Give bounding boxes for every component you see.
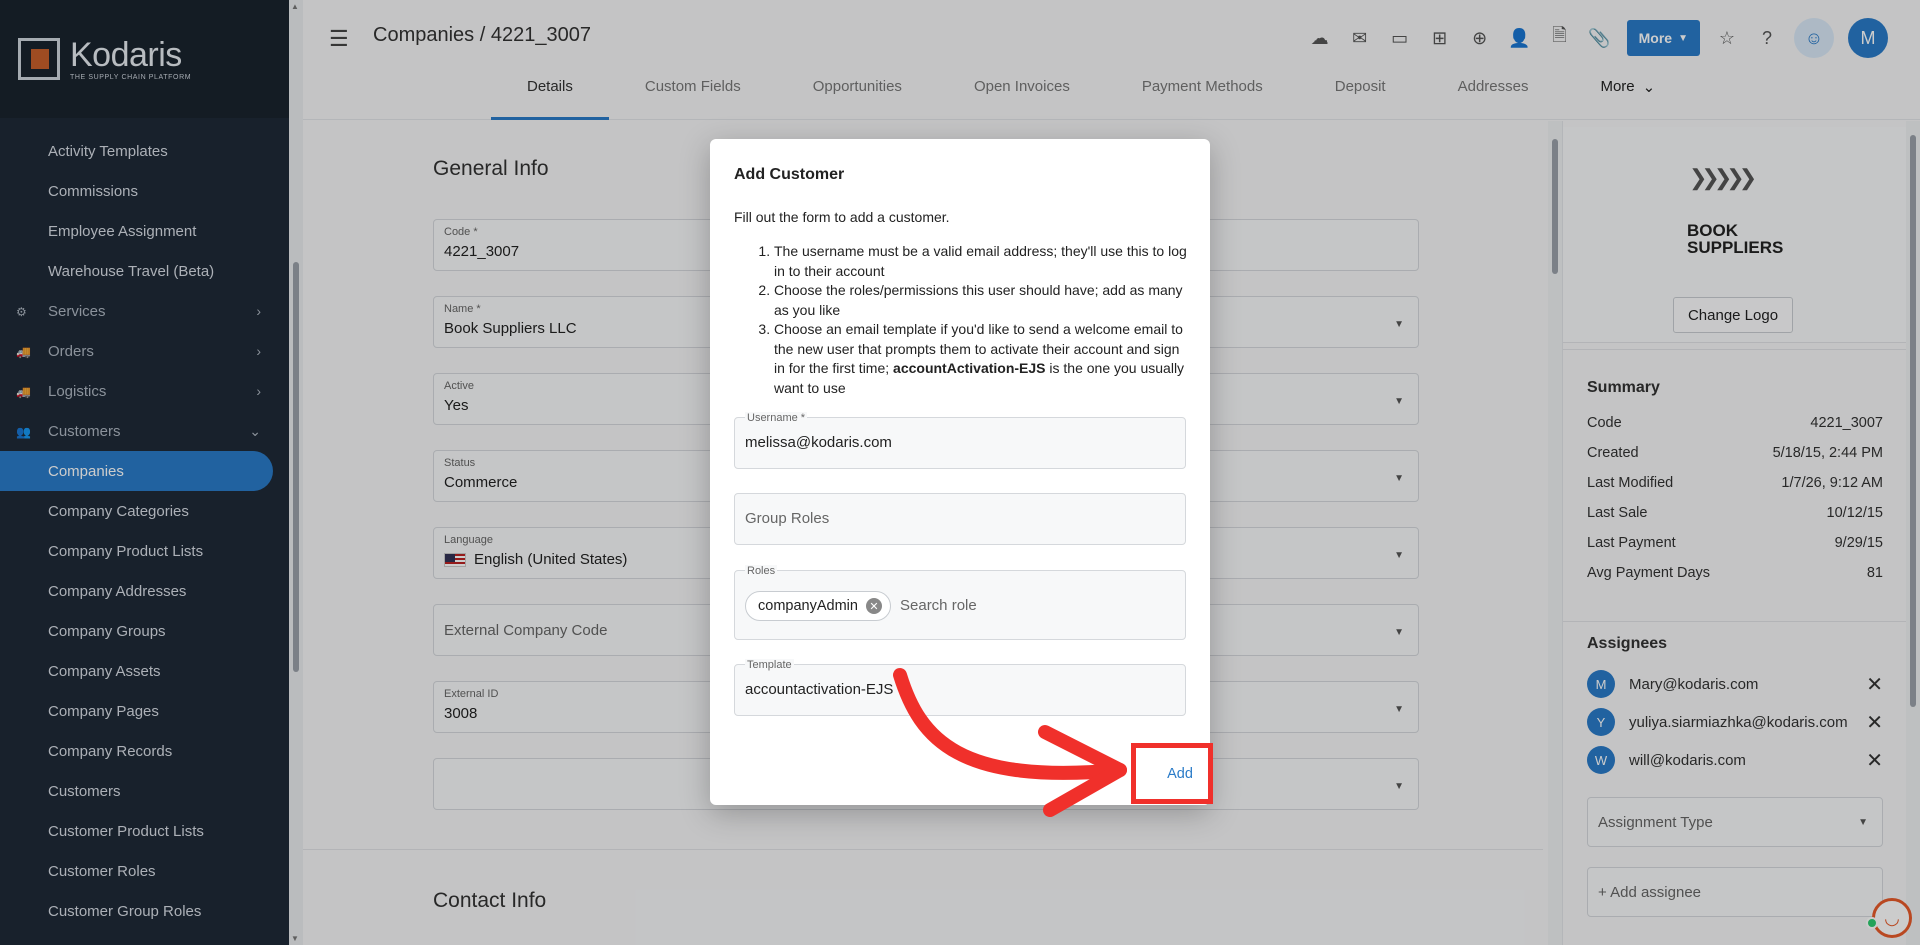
group-roles-placeholder: Group Roles xyxy=(745,510,830,527)
template-name-bold: accountActivation-EJS xyxy=(893,360,1046,376)
add-button-highlight xyxy=(1131,743,1213,804)
username-field[interactable]: Username * melissa@kodaris.com xyxy=(734,412,1186,469)
search-role-placeholder: Search role xyxy=(900,597,977,614)
username-label: Username * xyxy=(745,412,808,424)
instruction-step: Choose an email template if you'd like t… xyxy=(774,320,1194,398)
instruction-step: The username must be a valid email addre… xyxy=(774,242,1194,281)
instruction-step: Choose the roles/permissions this user s… xyxy=(774,281,1194,320)
username-value: melissa@kodaris.com xyxy=(745,434,892,451)
instructions-list: The username must be a valid email addre… xyxy=(734,242,1194,398)
roles-field[interactable]: Roles companyAdmin ✕ Search role xyxy=(734,565,1186,640)
dialog-title: Add Customer xyxy=(734,166,845,183)
role-chip-label: companyAdmin xyxy=(758,598,858,614)
annotation-arrow-icon xyxy=(893,668,1127,817)
roles-label: Roles xyxy=(745,565,778,577)
role-chip[interactable]: companyAdmin ✕ xyxy=(745,591,891,621)
group-roles-input[interactable]: Group Roles xyxy=(734,493,1186,545)
template-label: Template xyxy=(745,659,794,671)
dialog-intro: Fill out the form to add a customer. xyxy=(734,209,950,225)
remove-chip-icon[interactable]: ✕ xyxy=(865,598,882,614)
template-value: accountactivation-EJS xyxy=(745,681,894,698)
